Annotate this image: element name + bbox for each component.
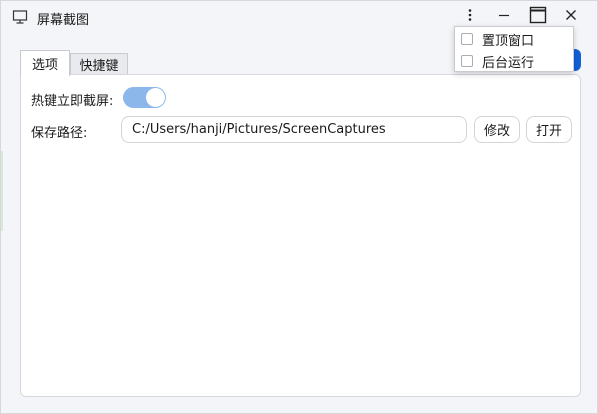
- tab-options[interactable]: 选项: [20, 50, 70, 76]
- options-panel: 热键立即截屏: 保存路径: C:/Users/hanji/Pictures/Sc…: [20, 74, 581, 397]
- menu-item-run-in-background[interactable]: 后台运行: [461, 51, 534, 71]
- background-artifact: [1, 151, 3, 231]
- hotkey-capture-label: 热键立即截屏:: [31, 94, 114, 109]
- window-title: 屏幕截图: [37, 13, 90, 28]
- run-in-background-checkbox[interactable]: [461, 55, 473, 67]
- open-folder-button[interactable]: 打开: [526, 116, 572, 143]
- menu-item-label: 置顶窗口: [482, 33, 535, 49]
- save-path-label: 保存路径:: [31, 126, 88, 141]
- close-icon: [563, 7, 579, 27]
- minimize-icon: [496, 7, 512, 27]
- main-window: 屏幕截图 选项 快捷键 热键立即截屏: 保存路径: C:/Users/hanji…: [0, 0, 598, 414]
- save-path-input[interactable]: C:/Users/hanji/Pictures/ScreenCaptures: [121, 116, 467, 143]
- toggle-knob: [146, 88, 165, 107]
- monitor-icon: [12, 9, 28, 25]
- more-vertical-icon: [462, 7, 478, 27]
- always-on-top-checkbox[interactable]: [461, 33, 473, 45]
- menu-item-always-on-top[interactable]: 置顶窗口: [461, 29, 534, 49]
- menu-item-label: 后台运行: [482, 55, 535, 71]
- maximize-icon: [529, 6, 547, 28]
- hotkey-capture-toggle[interactable]: [123, 87, 166, 108]
- edit-path-button[interactable]: 修改: [474, 116, 520, 143]
- more-menu-dropdown: 置顶窗口 后台运行: [454, 26, 574, 72]
- tab-shortcuts[interactable]: 快捷键: [70, 53, 128, 74]
